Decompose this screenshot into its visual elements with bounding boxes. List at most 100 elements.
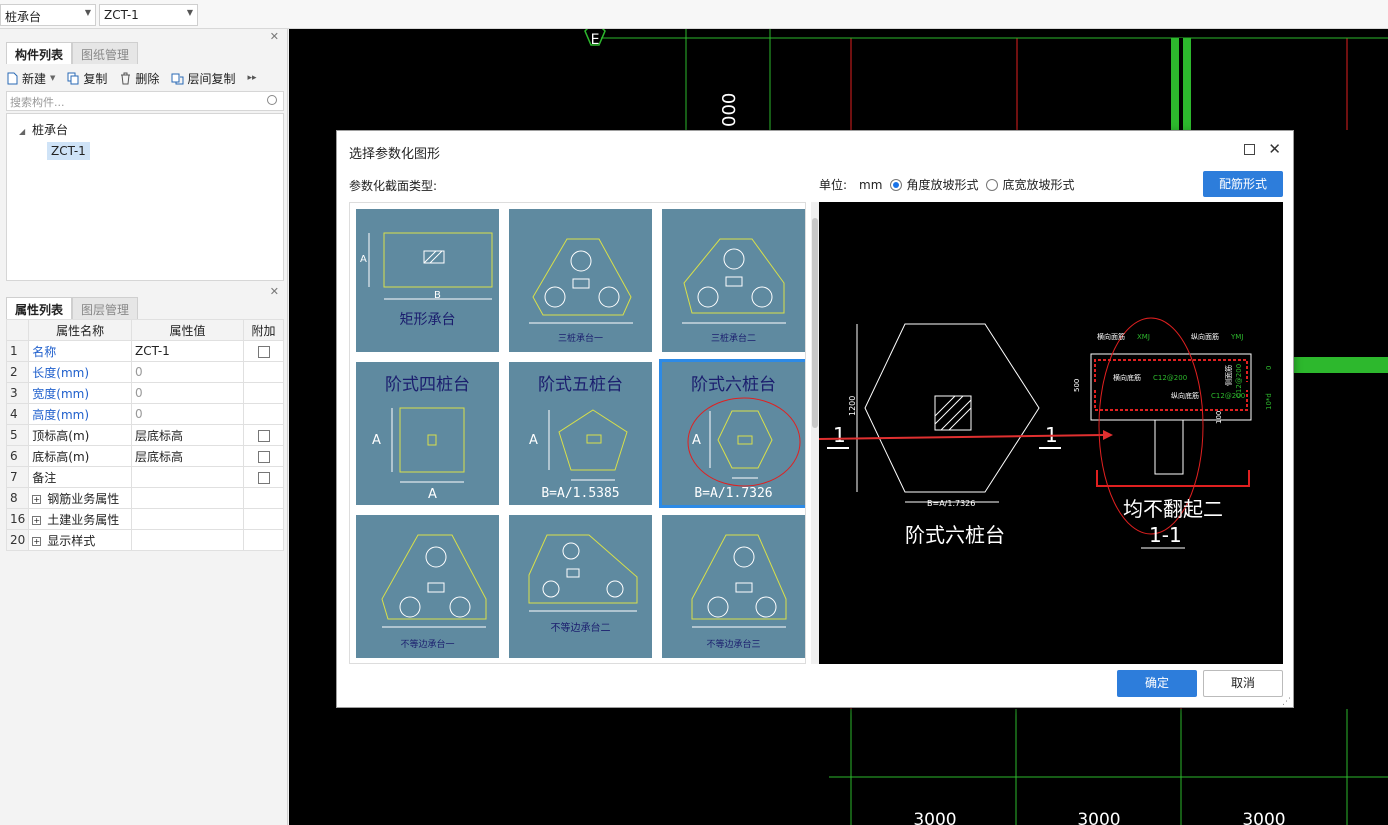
label-h-bot: 横向底筋 bbox=[1113, 373, 1141, 382]
row-num: 5 bbox=[5, 424, 30, 446]
label-h-bot-rebar: C12@200 bbox=[1153, 374, 1187, 382]
expand-plus-icon[interactable]: + bbox=[32, 494, 42, 504]
prop-name: 名称 bbox=[28, 340, 132, 362]
prop-value[interactable]: 0 bbox=[131, 361, 244, 383]
expand-plus-icon[interactable]: + bbox=[32, 515, 42, 525]
cancel-button[interactable]: 取消 bbox=[1203, 670, 1283, 697]
shape-caption: 阶式五桩台 bbox=[538, 375, 623, 395]
expand-triangle-icon[interactable]: ◢ bbox=[19, 127, 25, 136]
prop-value[interactable]: 0 bbox=[131, 382, 244, 404]
prop-group-name: 显示样式 bbox=[47, 533, 96, 548]
table-row[interactable]: 1 名称 ZCT-1 bbox=[5, 340, 284, 362]
rebar-form-button[interactable]: 配筋形式 bbox=[1203, 171, 1283, 197]
shape-caption: 不等边承台一 bbox=[400, 640, 455, 650]
prop-value[interactable]: 层底标高 bbox=[131, 424, 244, 446]
close-icon[interactable]: ✕ bbox=[270, 30, 279, 43]
dim-0: 0 bbox=[1265, 366, 1273, 370]
expand-plus-icon[interactable]: + bbox=[32, 536, 42, 546]
shape-caption: 不等边承台三 bbox=[706, 640, 761, 650]
shape-grid-scrollbar[interactable] bbox=[811, 202, 819, 664]
resize-grip-icon[interactable]: ⋰ bbox=[1282, 697, 1291, 707]
table-row[interactable]: 8 + 钢筋业务属性 bbox=[5, 487, 284, 509]
shape-caption: 不等边承台二 bbox=[550, 623, 611, 634]
chevron-down-icon[interactable]: ▼ bbox=[50, 74, 55, 82]
tree-root-label: 桩承台 bbox=[31, 123, 68, 137]
floor-copy-label: 层间复制 bbox=[187, 71, 236, 86]
dim-a: A bbox=[372, 433, 381, 448]
table-row[interactable]: 7 备注 bbox=[5, 466, 284, 488]
delete-label: 删除 bbox=[135, 71, 160, 86]
shape-caption: 阶式四桩台 bbox=[385, 375, 470, 395]
more-icon[interactable]: ▸▸ bbox=[247, 73, 256, 83]
shape-uneq1[interactable]: 不等边承台一 bbox=[356, 515, 499, 658]
row-num: 8 bbox=[5, 487, 30, 509]
extra-checkbox[interactable] bbox=[257, 345, 270, 358]
tab-layer-manage[interactable]: 图层管理 bbox=[72, 297, 139, 319]
radio-width-slope[interactable] bbox=[986, 178, 999, 191]
copy-button[interactable]: 复制 bbox=[67, 70, 107, 87]
tree-node-root[interactable]: ◢ 桩承台 bbox=[19, 121, 68, 138]
table-row[interactable]: 20 + 显示样式 bbox=[5, 529, 284, 551]
section-id: 1-1 bbox=[1149, 523, 1182, 547]
element-select[interactable]: ZCT-1 ▼ bbox=[99, 4, 198, 26]
table-row[interactable]: 6 底标高(m) 层底标高 bbox=[5, 445, 284, 467]
property-tabs: 属性列表 图层管理 bbox=[6, 297, 139, 319]
chevron-down-icon: ▼ bbox=[186, 8, 193, 17]
tree-node-zct1[interactable]: ZCT-1 bbox=[47, 142, 90, 160]
extra-checkbox[interactable] bbox=[257, 450, 270, 463]
shape-step5[interactable]: 阶式五桩台 A B=A/1.5385 bbox=[509, 362, 652, 505]
maximize-icon[interactable] bbox=[1244, 144, 1255, 155]
table-row[interactable]: 2 长度(mm) 0 bbox=[5, 361, 284, 383]
shape-step6-selected[interactable]: 阶式六桩台 A B=A/1.7326 bbox=[659, 359, 805, 508]
bottom-dimension-1: 3000 bbox=[913, 810, 956, 825]
tab-component-list[interactable]: 构件列表 bbox=[6, 42, 73, 64]
radio-angle-slope[interactable] bbox=[890, 178, 903, 191]
shape-grid: A B 矩形承台 三桩承台一 三桩承台二 阶式四桩台 A A 阶式五桩台 A B… bbox=[349, 202, 806, 664]
close-icon[interactable]: ✕ bbox=[270, 285, 279, 298]
shape-uneq3[interactable]: 不等边承台三 bbox=[662, 515, 805, 658]
table-row[interactable]: 4 高度(mm) 0 bbox=[5, 403, 284, 425]
extra-checkbox[interactable] bbox=[257, 471, 270, 484]
bottom-dim: B=A/1.7326 bbox=[927, 499, 975, 508]
shape-uneq2[interactable]: 不等边承台二 bbox=[509, 515, 652, 658]
row-num: 16 bbox=[5, 508, 30, 530]
new-button[interactable]: 新建 ▼ bbox=[6, 70, 55, 87]
tree-child-label: ZCT-1 bbox=[51, 144, 86, 158]
header-name: 属性名称 bbox=[28, 319, 132, 341]
shape-caption: 三桩承台一 bbox=[557, 334, 603, 344]
component-tabs: 构件列表 图纸管理 bbox=[6, 42, 139, 64]
prop-value[interactable] bbox=[131, 466, 244, 488]
dim-a: A bbox=[360, 254, 367, 265]
shape-tri1[interactable]: 三桩承台一 bbox=[509, 209, 652, 352]
prop-value[interactable]: ZCT-1 bbox=[131, 340, 244, 362]
category-select[interactable]: 桩承台 ▼ bbox=[0, 4, 96, 26]
extra-checkbox[interactable] bbox=[257, 429, 270, 442]
tab-drawing-manage[interactable]: 图纸管理 bbox=[72, 42, 139, 64]
floor-copy-button[interactable]: 层间复制 bbox=[171, 70, 235, 87]
ok-button[interactable]: 确定 bbox=[1117, 670, 1197, 697]
shape-rect[interactable]: A B 矩形承台 bbox=[356, 209, 499, 352]
prop-value[interactable]: 0 bbox=[131, 403, 244, 425]
select-param-shape-dialog: 选择参数化图形 ✕ 参数化截面类型: 单位: mm 角度放坡形式 底宽放坡形式 … bbox=[336, 130, 1294, 708]
table-row[interactable]: 16 + 土建业务属性 bbox=[5, 508, 284, 530]
row-num: 20 bbox=[5, 529, 30, 551]
table-row[interactable]: 3 宽度(mm) 0 bbox=[5, 382, 284, 404]
search-input[interactable]: 搜索构件... bbox=[6, 91, 284, 111]
table-row[interactable]: 5 顶标高(m) 层底标高 bbox=[5, 424, 284, 446]
tab-property-list[interactable]: 属性列表 bbox=[6, 297, 73, 319]
close-icon[interactable]: ✕ bbox=[1268, 140, 1281, 158]
shape-step4[interactable]: 阶式四桩台 A A bbox=[356, 362, 499, 505]
component-toolbar: 新建 ▼ 复制 删除 层间复制 ▸▸ bbox=[6, 67, 284, 89]
search-icon[interactable] bbox=[267, 95, 277, 105]
annotation-arrow bbox=[818, 434, 1104, 440]
height-dim: 1200 bbox=[848, 396, 857, 416]
delete-button[interactable]: 删除 bbox=[119, 70, 159, 87]
scrollbar-thumb[interactable] bbox=[812, 218, 818, 428]
shape-preview: 1200 B=A/1.7326 阶式六桩台 1 1 横向面筋 XMJ 纵向面筋 … bbox=[818, 202, 1283, 664]
section-title: 均不翻起二 bbox=[1123, 497, 1223, 521]
radio-angle-label[interactable]: 角度放坡形式 bbox=[906, 176, 978, 193]
prop-value[interactable]: 层底标高 bbox=[131, 445, 244, 467]
shape-tri2[interactable]: 三桩承台二 bbox=[662, 209, 805, 352]
label-h-top: 横向面筋 bbox=[1097, 332, 1125, 341]
radio-width-label[interactable]: 底宽放坡形式 bbox=[1002, 176, 1074, 193]
